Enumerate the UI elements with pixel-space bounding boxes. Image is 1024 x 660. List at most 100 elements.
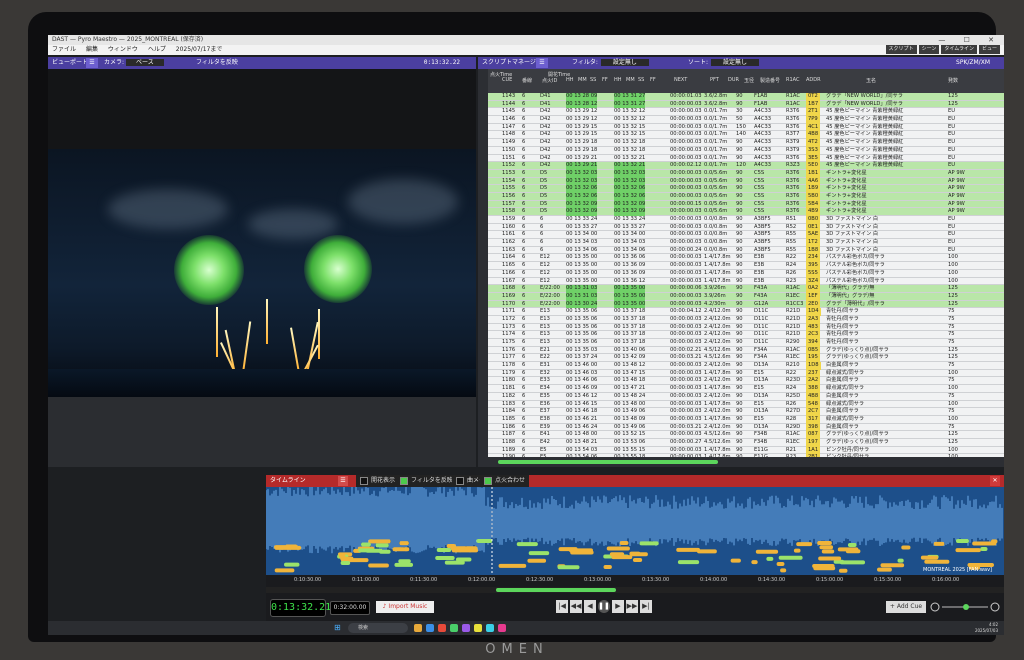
- table-row[interactable]: 1163 6 6 00 13 34 06 00 13 34 06 00:00:00.24 0…: [488, 246, 1004, 255]
- table-row[interactable]: 1189 6 E5 00 13 54 03 00 13 55 15 00:00:00.03…: [488, 446, 1004, 455]
- option-apply-filter[interactable]: フィルタを反映: [396, 475, 457, 487]
- taskbar-search[interactable]: 検索: [348, 623, 408, 633]
- layout-scene-button[interactable]: シーン: [918, 45, 940, 54]
- table-row[interactable]: 1144 6 D41 00 13 28 12 00 13 31 27 00:00:00.0…: [488, 100, 1004, 109]
- close-icon[interactable]: ✕: [990, 476, 1000, 486]
- table-row[interactable]: 1165 6 E12 00 13 35 00 00 13 36 09 00:00:00.0…: [488, 262, 1004, 270]
- col-dur[interactable]: DUR: [728, 77, 739, 83]
- layout-timeline-button[interactable]: タイムライン: [941, 45, 977, 54]
- app-icon[interactable]: [462, 624, 470, 632]
- table-row[interactable]: 1181 6 E34 00 13 46 09 00 13 47 21 00:00:00.0…: [488, 385, 1004, 393]
- table-row[interactable]: 1148 6 D42 00 13 29 15 00 13 32 15 00:00:00.0…: [488, 131, 1004, 140]
- app-icon[interactable]: [474, 624, 482, 632]
- time-ruler[interactable]: 0:10:30.00 0:11:00.00 0:11:30.00 0:12:00…: [266, 575, 1004, 587]
- col-mm[interactable]: MM: [578, 77, 587, 83]
- zoom-slider[interactable]: [930, 602, 1000, 612]
- filter-value[interactable]: 設定無し: [600, 59, 649, 66]
- sort-value[interactable]: 設定無し: [711, 59, 760, 66]
- table-row[interactable]: 1150 6 D42 00 13 29 18 00 13 32 18 00:00:00.0…: [488, 146, 1004, 155]
- col-ff[interactable]: FF: [602, 77, 608, 83]
- table-row[interactable]: 1182 6 E35 00 13 46 12 00 13 48 24 00:00:00.0…: [488, 392, 1004, 401]
- table-row[interactable]: 1157 6 D5 00 13 32 09 00 13 32 09 00:00:00.15…: [488, 200, 1004, 209]
- app-icon[interactable]: [498, 624, 506, 632]
- checkbox[interactable]: [456, 476, 464, 485]
- checkbox[interactable]: [360, 476, 368, 485]
- col-r1ac[interactable]: R1AC: [786, 77, 799, 83]
- col-mm2[interactable]: MM: [626, 77, 635, 83]
- app-icon[interactable]: [486, 624, 494, 632]
- col-cue[interactable]: CUE: [502, 77, 512, 83]
- table-row[interactable]: 1155 6 D5 00 13 32 06 00 13 32 06 00:00:00.03…: [488, 185, 1004, 193]
- camera-value[interactable]: ベース: [126, 59, 164, 66]
- rewind-button[interactable]: ◀◀: [570, 600, 582, 613]
- col-ff2[interactable]: FF: [650, 77, 656, 83]
- filter-control[interactable]: フィルタ: 設定無し: [572, 57, 649, 69]
- table-row[interactable]: 1149 6 D42 00 13 29 18 00 13 32 18 00:00:00.0…: [488, 139, 1004, 147]
- layout-view-button[interactable]: ビュー: [978, 45, 1000, 54]
- col-size[interactable]: 玉径: [744, 77, 754, 84]
- table-row[interactable]: 1186 6 E39 00 13 46 24 00 13 49 06 00:00:03.2…: [488, 423, 1004, 432]
- col-pft[interactable]: PFT: [710, 77, 719, 83]
- audio-waveform-track[interactable]: MONTREAL 2025 [FAN.wav]: [266, 487, 1004, 575]
- camera-selector[interactable]: カメラ: ベース: [104, 57, 164, 69]
- table-row[interactable]: 1161 6 6 00 13 34 00 00 13 34 00 00:00:00.03 0…: [488, 231, 1004, 240]
- viewport-filter-toggle[interactable]: フィルタを反映: [196, 57, 238, 69]
- table-row[interactable]: 1183 6 E36 00 13 46 15 00 13 48 00 00:00:00.0…: [488, 400, 1004, 409]
- step-forward-button[interactable]: ▶: [612, 600, 624, 613]
- script-horizontal-scrollbar[interactable]: [488, 457, 1004, 467]
- table-row[interactable]: 1178 6 E31 00 13 46 00 00 13 48 12 00:00:00.0…: [488, 362, 1004, 370]
- menu-help[interactable]: ヘルプ: [148, 46, 166, 53]
- col-hh[interactable]: HH: [566, 77, 574, 83]
- table-row[interactable]: 1188 6 E42 00 13 48 21 00 13 53 06 00:00:00.2…: [488, 438, 1004, 447]
- table-row[interactable]: 1143 6 D41 00 13 28 09 00 13 31 27 00:00:01.0…: [488, 93, 1004, 101]
- table-row[interactable]: 1180 6 E33 00 13 46 06 00 13 48 18 00:00:00.0…: [488, 377, 1004, 386]
- scroll-thumb[interactable]: [496, 588, 616, 592]
- sort-control[interactable]: ソート: 設定無し: [688, 57, 760, 69]
- table-row[interactable]: 1184 6 E37 00 13 46 18 00 13 49 06 00:00:00.0…: [488, 408, 1004, 416]
- layout-script-button[interactable]: スクリプト: [885, 45, 917, 54]
- table-row[interactable]: 1166 6 E12 00 13 35 00 00 13 36 09 00:00:00.0…: [488, 269, 1004, 278]
- folder-icon[interactable]: [414, 624, 422, 632]
- table-row[interactable]: 1179 6 E32 00 13 46 03 00 13 47 15 00:00:00.0…: [488, 369, 1004, 378]
- app-icon[interactable]: [450, 624, 458, 632]
- table-row[interactable]: 1187 6 E41 00 13 48 00 00 13 52 15 00:00:00.0…: [488, 431, 1004, 439]
- skip-end-button[interactable]: ▶|: [640, 600, 652, 613]
- table-row[interactable]: 1146 6 D42 00 13 29 12 00 13 32 12 00:00:00.0…: [488, 116, 1004, 124]
- add-cue-button[interactable]: + Add Cue: [886, 601, 926, 613]
- browser-icon[interactable]: [426, 624, 434, 632]
- start-icon[interactable]: ⊞: [334, 623, 341, 632]
- table-row[interactable]: 1152 6 D42 00 13 29 21 00 13 32 21 00:00:02.1…: [488, 162, 1004, 170]
- col-fire-id[interactable]: 点火ID: [542, 77, 557, 84]
- menu-file[interactable]: ファイル: [52, 46, 76, 53]
- table-row[interactable]: 1175 6 E13 00 13 35 06 00 13 37 18 00:00:00.0…: [488, 339, 1004, 347]
- hamburger-icon[interactable]: ☰: [536, 58, 548, 68]
- col-line[interactable]: 番線: [522, 77, 532, 84]
- col-hh2[interactable]: HH: [614, 77, 622, 83]
- table-row[interactable]: 1172 6 E13 00 13 35 06 00 13 37 18 00:00:00.0…: [488, 315, 1004, 324]
- table-row[interactable]: 1167 6 E12 00 13 35 00 00 13 36 12 00:00:00.0…: [488, 277, 1004, 286]
- scroll-thumb[interactable]: [498, 460, 718, 464]
- skip-start-button[interactable]: |◀: [556, 600, 568, 613]
- table-row[interactable]: 1176 6 E21 00 13 35 03 00 13 40 06 00:00:02.2…: [488, 346, 1004, 355]
- table-row[interactable]: 1170 6 E/22:00 00 13 30 24 00 13 35 00 00:00:…: [488, 300, 1004, 309]
- hamburger-icon[interactable]: ☰: [86, 58, 98, 68]
- step-back-button[interactable]: ◀: [584, 600, 596, 613]
- checkbox[interactable]: [400, 476, 408, 485]
- col-count[interactable]: 発数: [948, 77, 958, 84]
- table-row[interactable]: 1169 6 E/22:00 00 13 31 03 00 13 35 00 00:00:…: [488, 292, 1004, 301]
- app-icon[interactable]: [438, 624, 446, 632]
- table-row[interactable]: 1174 6 E13 00 13 35 06 00 13 37 18 00:00:00.0…: [488, 331, 1004, 340]
- menu-edit[interactable]: 編集: [86, 46, 98, 53]
- option-bloom-display[interactable]: 開花表示: [356, 475, 400, 487]
- option-fire-align[interactable]: 点火合わせ: [480, 475, 530, 487]
- table-row[interactable]: 1153 6 D5 00 13 32 03 00 13 32 03 00:00:00.03…: [488, 169, 1004, 178]
- table-row[interactable]: 1177 6 E22 00 13 37 24 00 13 42 09 00:00:03.2…: [488, 354, 1004, 363]
- col-product[interactable]: 製造番号: [760, 77, 780, 84]
- radio[interactable]: [484, 476, 492, 485]
- table-row[interactable]: 1156 6 D5 00 13 32 06 00 13 32 06 00:00:00.03…: [488, 192, 1004, 201]
- table-row[interactable]: 1173 6 E13 00 13 35 06 00 13 37 18 00:00:00.0…: [488, 323, 1004, 332]
- table-row[interactable]: 1151 6 D42 00 13 29 21 00 13 32 21 00:00:00.0…: [488, 154, 1004, 163]
- pause-button[interactable]: ❚❚: [598, 600, 610, 613]
- table-row[interactable]: 1145 6 D42 00 13 29 12 00 13 32 12 00:00:00.0…: [488, 108, 1004, 117]
- col-ss[interactable]: SS: [590, 77, 596, 83]
